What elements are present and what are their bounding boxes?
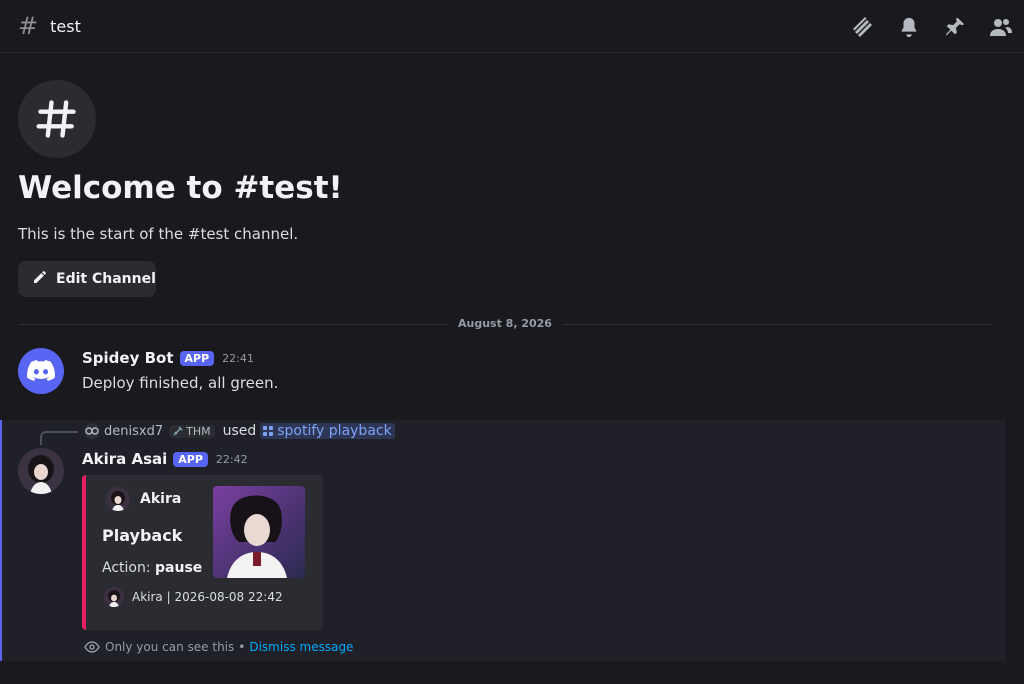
interaction-user-avatar[interactable] (84, 423, 100, 439)
message-timestamp: 22:42 (215, 452, 248, 466)
embed-author-name: Akira (140, 491, 182, 507)
edit-channel-label: Edit Channel (56, 271, 156, 287)
message-timestamp: 22:41 (222, 351, 254, 365)
channel-header: # test (0, 0, 1024, 53)
guild-tag-label: THM (186, 424, 211, 438)
embed-field-value: pause (155, 560, 203, 576)
message-content: Deploy finished, all green. (82, 374, 279, 392)
members-icon[interactable] (988, 14, 1014, 40)
avatar[interactable] (18, 348, 64, 394)
app-badge: APP (173, 451, 208, 467)
date-divider-label: August 8, 2026 (448, 317, 562, 330)
ephemeral-notice: Only you can see this • Dismiss message (84, 640, 353, 654)
threads-icon[interactable] (850, 14, 876, 40)
embed-title: Playback (102, 526, 183, 545)
message-author[interactable]: Spidey Bot (82, 349, 174, 367)
embed-author-avatar (106, 487, 130, 511)
message-embed: Akira Playback Action: pause Akira | 202… (82, 475, 323, 630)
embed-footer-text: Akira | 2026-08-08 22:42 (132, 590, 283, 604)
channel-title: test (50, 16, 81, 36)
embed-author: Akira (106, 487, 181, 511)
slash-command-name: spotify playback (277, 423, 392, 439)
slash-command-link[interactable]: spotify playback (260, 423, 395, 439)
eye-icon (84, 641, 100, 653)
sword-icon (173, 426, 183, 436)
welcome-title: Welcome to #test! (18, 170, 343, 206)
message-header: Spidey Bot APP 22:41 (82, 349, 254, 367)
channel-welcome-icon (18, 80, 96, 158)
channel-hash-icon: # (18, 12, 39, 40)
app-badge: APP (179, 350, 215, 366)
bell-icon[interactable] (896, 14, 922, 40)
header-toolbar (830, 14, 1014, 40)
embed-field-label: Action: (102, 560, 151, 576)
anime-thumbnail-image (213, 486, 305, 578)
embed-footer-avatar (104, 587, 124, 607)
message-author[interactable]: Akira Asai (82, 450, 167, 468)
reply-connector (40, 431, 78, 445)
anime-avatar-image (18, 448, 64, 494)
pencil-icon (32, 269, 48, 289)
ephemeral-notice-text: Only you can see this (105, 640, 235, 654)
interaction-reference: denisxd7 THM used spotify playback (84, 423, 395, 439)
avatar[interactable] (18, 448, 64, 494)
edit-channel-button[interactable]: Edit Channel (18, 261, 156, 297)
ephemeral-separator: • (238, 640, 246, 654)
guild-tag: THM (169, 424, 215, 438)
app-command-icon (263, 426, 274, 436)
used-label: used (222, 423, 257, 439)
interaction-username[interactable]: denisxd7 (104, 424, 163, 439)
embed-thumbnail[interactable] (213, 486, 305, 578)
message-header: Akira Asai APP 22:42 (82, 450, 248, 468)
discord-logo-icon (27, 360, 55, 381)
pin-icon[interactable] (942, 14, 968, 40)
embed-footer: Akira | 2026-08-08 22:42 (104, 587, 283, 607)
welcome-subtitle: This is the start of the #test channel. (18, 225, 299, 243)
dismiss-message-link[interactable]: Dismiss message (249, 640, 353, 654)
embed-field: Action: pause (102, 560, 202, 576)
